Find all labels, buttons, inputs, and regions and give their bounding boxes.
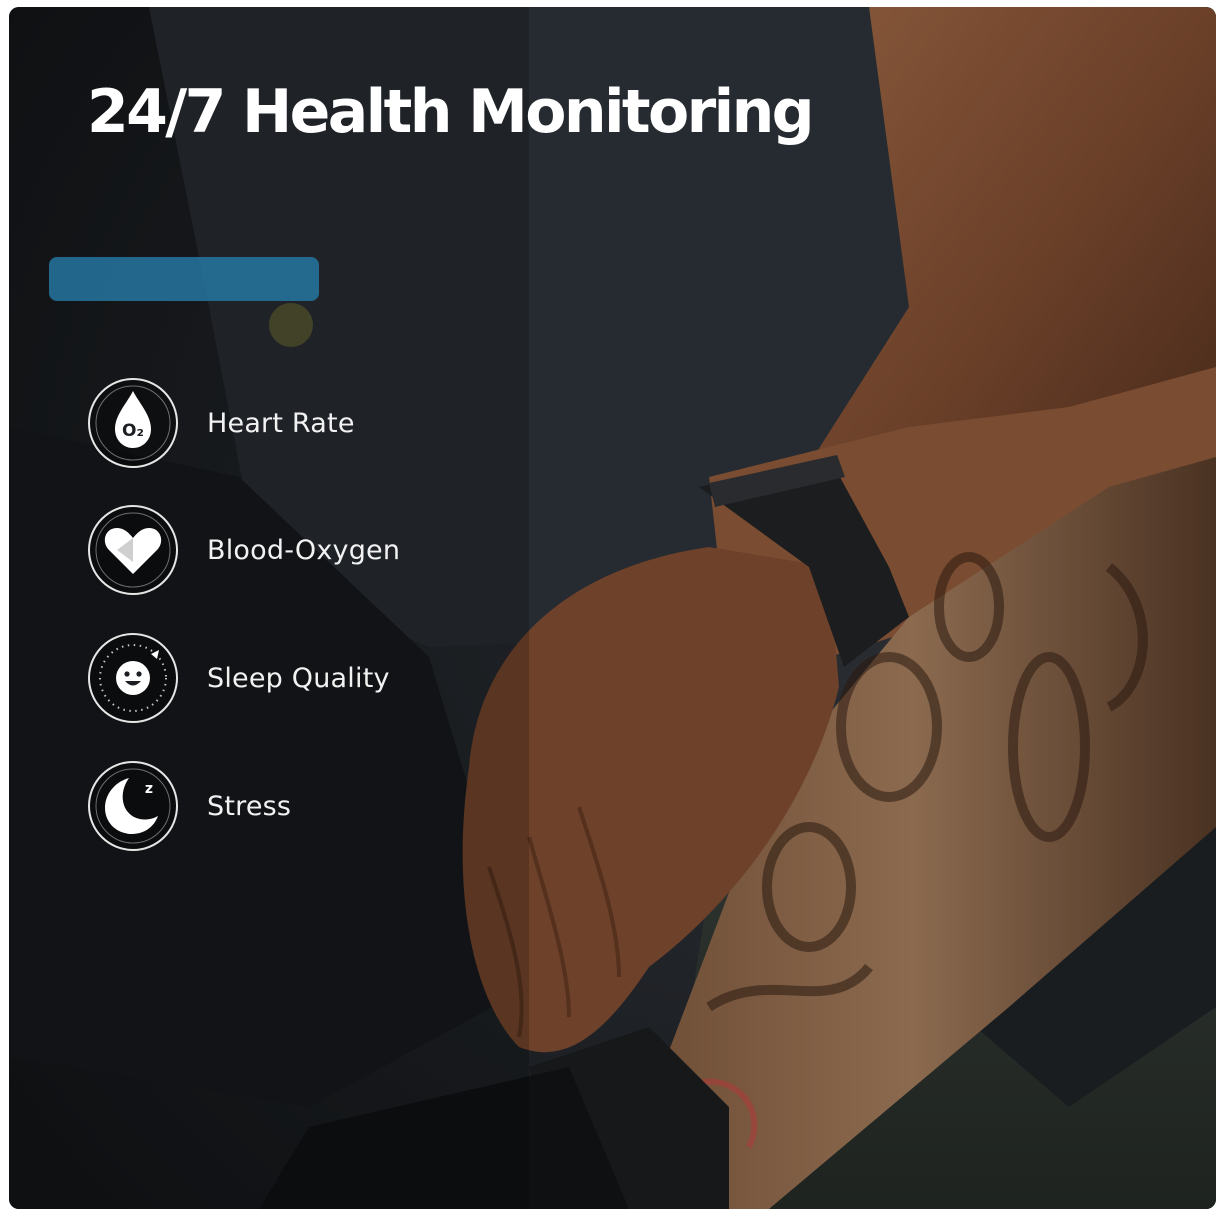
page-title: 24/7 Health Monitoring	[87, 77, 815, 147]
heart-icon	[88, 505, 178, 595]
svg-text:z: z	[145, 781, 153, 797]
feature-label: Stress	[207, 790, 292, 822]
banner: 24/7 Health Monitoring O₂ Heart Rate Blo…	[9, 7, 1216, 1209]
feature-label: Sleep Quality	[207, 662, 390, 694]
feature-label: Blood-Oxygen	[207, 534, 401, 566]
feature-sleep-quality: Sleep Quality	[87, 632, 390, 724]
feature-blood-oxygen: Blood-Oxygen	[87, 504, 400, 596]
crescent-moon-zzz-icon: z	[88, 761, 178, 851]
feature-heart-rate: O₂ Heart Rate	[87, 377, 355, 469]
feature-label: Heart Rate	[207, 407, 355, 439]
feature-stress: z Stress	[87, 760, 291, 852]
smiley-dial-icon	[88, 633, 178, 723]
background-photo	[9, 7, 1216, 1209]
o2-drop-icon: O₂	[88, 378, 178, 468]
svg-text:O₂: O₂	[122, 421, 144, 441]
